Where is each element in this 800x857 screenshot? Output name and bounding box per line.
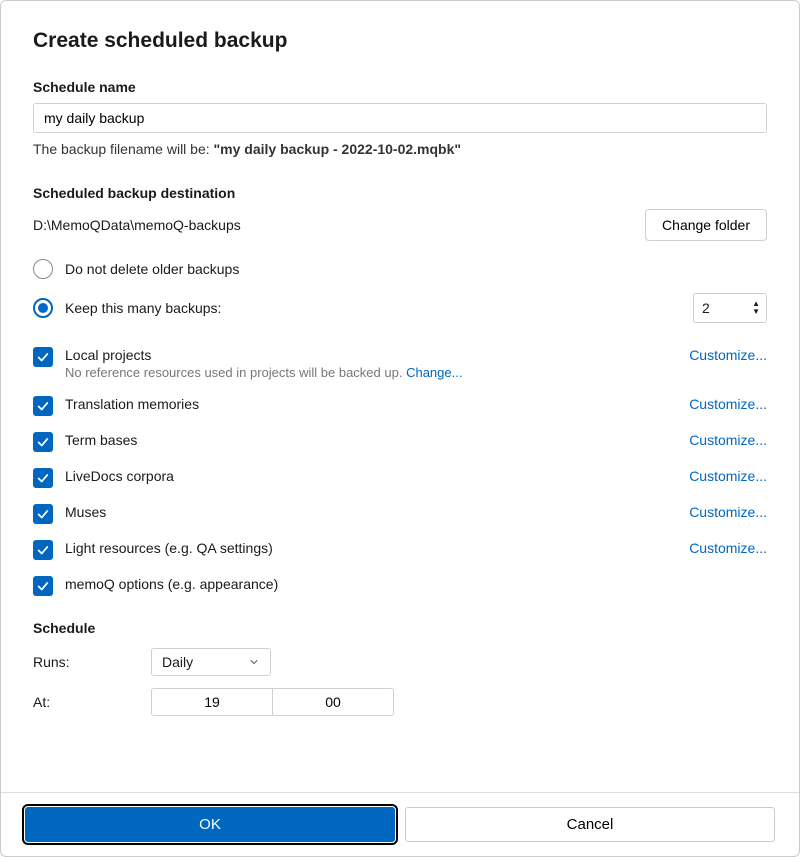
backup-count-spinner[interactable]: 2 ▲ ▼: [693, 293, 767, 323]
checkbox-icon[interactable]: [33, 468, 53, 488]
change-folder-button[interactable]: Change folder: [645, 209, 767, 241]
chevron-down-icon: [248, 656, 260, 668]
spinner-down-icon[interactable]: ▼: [752, 308, 760, 316]
checkbox-icon[interactable]: [33, 576, 53, 596]
hours-input[interactable]: [152, 689, 272, 715]
filename-hint: The backup filename will be: "my daily b…: [33, 141, 767, 157]
schedule-at-row: At:: [33, 688, 767, 716]
minutes-input[interactable]: [273, 689, 393, 715]
customize-link[interactable]: Customize...: [689, 504, 767, 520]
radio-keep-many[interactable]: Keep this many backups: 2 ▲ ▼: [33, 293, 767, 323]
cancel-button[interactable]: Cancel: [405, 807, 775, 842]
check-light-resources: Light resources (e.g. QA settings) Custo…: [33, 540, 767, 560]
checkbox-icon[interactable]: [33, 347, 53, 367]
destination-label: Scheduled backup destination: [33, 185, 767, 201]
radio-icon-unchecked: [33, 259, 53, 279]
customize-link[interactable]: Customize...: [689, 396, 767, 412]
radio-keep-many-label: Keep this many backups:: [65, 300, 221, 316]
check-label: Term bases: [65, 432, 137, 448]
runs-select[interactable]: Daily: [151, 648, 271, 676]
check-muses: Muses Customize...: [33, 504, 767, 524]
customize-link[interactable]: Customize...: [689, 540, 767, 556]
check-livedocs-corpora: LiveDocs corpora Customize...: [33, 468, 767, 488]
check-label: Translation memories: [65, 396, 199, 412]
change-link[interactable]: Change...: [406, 365, 462, 380]
dialog-footer: OK Cancel: [1, 792, 799, 856]
schedule-name-input[interactable]: [33, 103, 767, 133]
check-local-projects: Local projects No reference resources us…: [33, 347, 767, 380]
schedule-name-label: Schedule name: [33, 79, 767, 95]
checkbox-icon[interactable]: [33, 540, 53, 560]
runs-label: Runs:: [33, 654, 151, 670]
filename-hint-value: "my daily backup - 2022-10-02.mqbk": [214, 141, 462, 157]
check-subtext: No reference resources used in projects …: [65, 365, 462, 380]
radio-no-delete[interactable]: Do not delete older backups: [33, 259, 767, 279]
dialog: Create scheduled backup Schedule name Th…: [0, 0, 800, 857]
ok-button[interactable]: OK: [25, 807, 395, 842]
schedule-heading: Schedule: [33, 620, 767, 636]
checkbox-icon[interactable]: [33, 396, 53, 416]
check-label: Local projects: [65, 347, 462, 363]
radio-no-delete-label: Do not delete older backups: [65, 261, 239, 277]
check-label: memoQ options (e.g. appearance): [65, 576, 278, 592]
check-label: Muses: [65, 504, 106, 520]
runs-value: Daily: [162, 654, 193, 670]
check-memoq-options: memoQ options (e.g. appearance): [33, 576, 767, 596]
destination-row: D:\MemoQData\memoQ-backups Change folder: [33, 209, 767, 241]
schedule-runs-row: Runs: Daily: [33, 648, 767, 676]
customize-link[interactable]: Customize...: [689, 468, 767, 484]
time-input-group: [151, 688, 394, 716]
customize-link[interactable]: Customize...: [689, 432, 767, 448]
backup-items-group: Local projects No reference resources us…: [33, 347, 767, 596]
schedule-section: Schedule Runs: Daily At:: [33, 620, 767, 716]
checkbox-icon[interactable]: [33, 432, 53, 452]
at-label: At:: [33, 694, 151, 710]
check-label: LiveDocs corpora: [65, 468, 174, 484]
filename-hint-prefix: The backup filename will be:: [33, 141, 214, 157]
checkbox-icon[interactable]: [33, 504, 53, 524]
dialog-title: Create scheduled backup: [33, 29, 767, 53]
dialog-content: Create scheduled backup Schedule name Th…: [1, 1, 799, 792]
destination-path: D:\MemoQData\memoQ-backups: [33, 217, 241, 233]
check-translation-memories: Translation memories Customize...: [33, 396, 767, 416]
customize-link[interactable]: Customize...: [689, 347, 767, 363]
check-term-bases: Term bases Customize...: [33, 432, 767, 452]
radio-icon-checked: [33, 298, 53, 318]
check-label: Light resources (e.g. QA settings): [65, 540, 273, 556]
backup-count-value: 2: [694, 296, 752, 320]
